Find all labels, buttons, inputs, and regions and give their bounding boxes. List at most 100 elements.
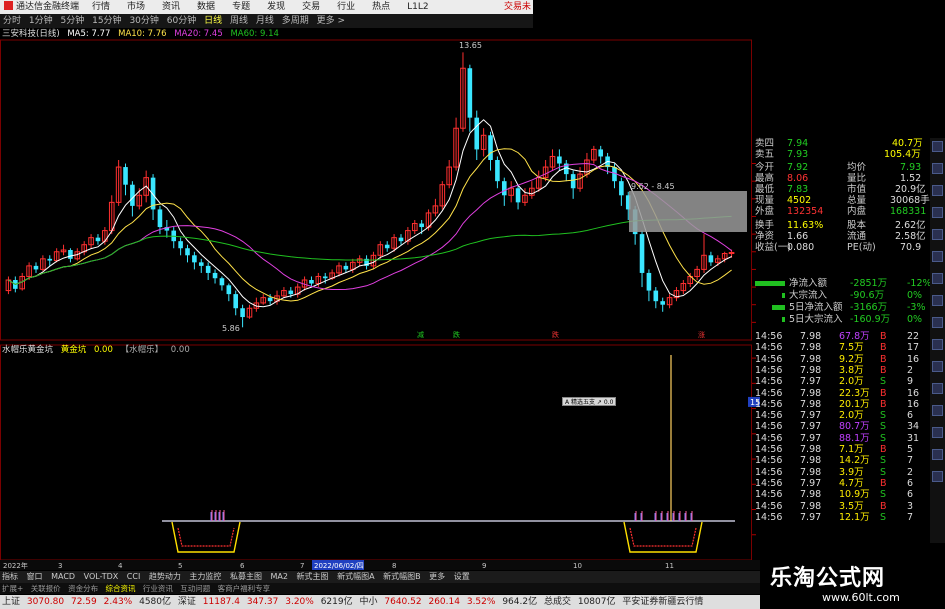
tab-new-b[interactable]: 新式幅图B [383,572,421,581]
x-axis-label: 8 [392,562,396,570]
tool-button[interactable] [932,471,943,482]
tick-count: 9 [907,376,914,388]
tick-count: 5 [907,444,914,455]
signal-2: 跌 [453,330,460,339]
tick-side: B [880,364,887,376]
candle-body [68,250,73,259]
x-axis-label: 2022年 [3,561,28,570]
candle-body [515,188,521,203]
tick-side: B [880,387,887,399]
low-price-label: 5.86 [222,324,240,333]
tab-ma2[interactable]: MA2 [271,572,288,581]
tick-side: B [880,500,887,512]
tick-volume: 10.9万 [839,489,870,501]
tab-more[interactable]: 更多 [429,572,445,581]
tab-window[interactable]: 窗口 [27,572,43,581]
tool-button[interactable] [932,317,943,328]
tool-button[interactable] [932,383,943,394]
sme-change: 260.14 [428,597,460,607]
tick-count: 7 [907,511,914,523]
tab-industry-news[interactable]: 行业资讯 [143,584,173,593]
tick-price: 7.97 [800,477,822,489]
tab-trend[interactable]: 趋势动力 [149,572,181,581]
tick-volume: 7.5万 [839,342,864,354]
selection-box[interactable] [629,191,747,232]
tab-new-a[interactable]: 新式幅图A [337,572,374,581]
tab-settings[interactable]: 设置 [454,572,470,581]
tick-time: 14:56 [755,489,783,501]
sh-pct: 2.43% [103,597,133,607]
tab-macd[interactable]: MACD [51,572,75,581]
watermark-url: www.60lt.com [822,591,900,604]
quote-row: 收益(一) 0.080 PE(动) 70.9 [755,242,922,253]
candle-body [653,290,659,302]
sh-label[interactable]: 上证 [2,597,20,607]
flow-row: 5日大宗流入 -160.9万 0% [752,314,930,325]
quote-row: 卖四 7.94 40.7万 [755,138,923,149]
kline-chart[interactable]: 10.5010.009.509.008.508.007.507.006.506.… [0,0,760,570]
tab-cci[interactable]: CCI [127,572,141,581]
tick-side: B [880,444,887,455]
tick-row: 14:56 7.98 3.8万 B 2 [752,365,930,376]
candle-body [309,280,314,284]
tab-indicator[interactable]: 指标 [2,572,18,581]
tool-button[interactable] [932,163,943,174]
sz-label[interactable]: 深证 [178,597,196,607]
tool-button[interactable] [932,185,943,196]
candle-body [619,181,624,196]
tab-news[interactable]: 综合资讯 [105,584,135,593]
tool-button[interactable] [932,449,943,460]
tick-row: 14:56 7.97 2.0万 S 9 [752,376,930,387]
quote-row: 卖五 7.93 105.4万 [755,149,921,160]
high-price-label: 13.65 [459,41,482,50]
watermark: 乐淘公式网 www.60lt.com [760,556,945,609]
tick-count: 31 [907,432,920,444]
tool-button[interactable] [932,207,943,218]
tick-time: 14:56 [755,421,783,433]
sme-label[interactable]: 中小 [359,597,377,607]
tool-button[interactable] [932,405,943,416]
tick-row: 14:56 7.98 7.1万 B 5 [752,444,930,455]
tool-button[interactable] [932,273,943,284]
tick-side: S [880,410,887,422]
sme-amount: 964.2亿 [502,597,538,607]
tab-related[interactable]: 关联报价 [31,584,61,593]
indicator-sub-name: 【水帽乐】 [120,345,164,355]
tool-button[interactable] [932,427,943,438]
flow-row: 5日净流入额 -3166万 -3% [752,302,930,313]
tick-time: 14:56 [755,342,783,354]
sh-amount: 4580亿 [139,597,171,607]
tick-time: 14:56 [755,444,783,455]
tool-button[interactable] [932,141,943,152]
tab-benefit[interactable]: 客商户福利专享 [218,584,271,593]
tab-qa[interactable]: 互动问题 [180,584,210,593]
tick-price: 7.97 [800,421,822,433]
tick-volume: 3.5万 [839,500,864,512]
tick-price: 7.98 [800,342,822,354]
candle-body [398,237,404,242]
candle-body [501,181,507,196]
tool-button[interactable] [932,251,943,262]
indicator-name[interactable]: 水帽乐黄金坑 [2,345,53,355]
sz-change: 347.37 [246,597,279,607]
tool-button[interactable] [932,295,943,306]
tool-button[interactable] [932,361,943,372]
tool-button[interactable] [932,339,943,350]
tick-count: 16 [907,398,920,410]
x-axis-label: 11 [665,562,674,570]
sh-change: 72.59 [70,597,97,607]
tab-extend[interactable]: 扩展+ [2,584,23,593]
tick-count: 16 [907,353,920,365]
tab-private[interactable]: 私募主图 [230,572,262,581]
indicator-tooltip[interactable]: A 精选五支 ↗ 0.0 [562,397,617,406]
tick-row: 14:56 7.98 20.1万 B 16 [752,399,930,410]
tab-monitor[interactable]: 主力监控 [189,572,221,581]
tab-new-main[interactable]: 新式主图 [297,572,329,581]
sme-index: 7640.52 [384,597,422,607]
cursor-date-label: 2022/06/02/四 [314,562,364,570]
tab-vol[interactable]: VOL-TDX [84,572,119,581]
tab-fund-dist[interactable]: 资金分布 [68,584,98,593]
x-axis-bg [0,560,760,570]
tool-button[interactable] [932,229,943,240]
tick-price: 7.97 [800,410,822,422]
